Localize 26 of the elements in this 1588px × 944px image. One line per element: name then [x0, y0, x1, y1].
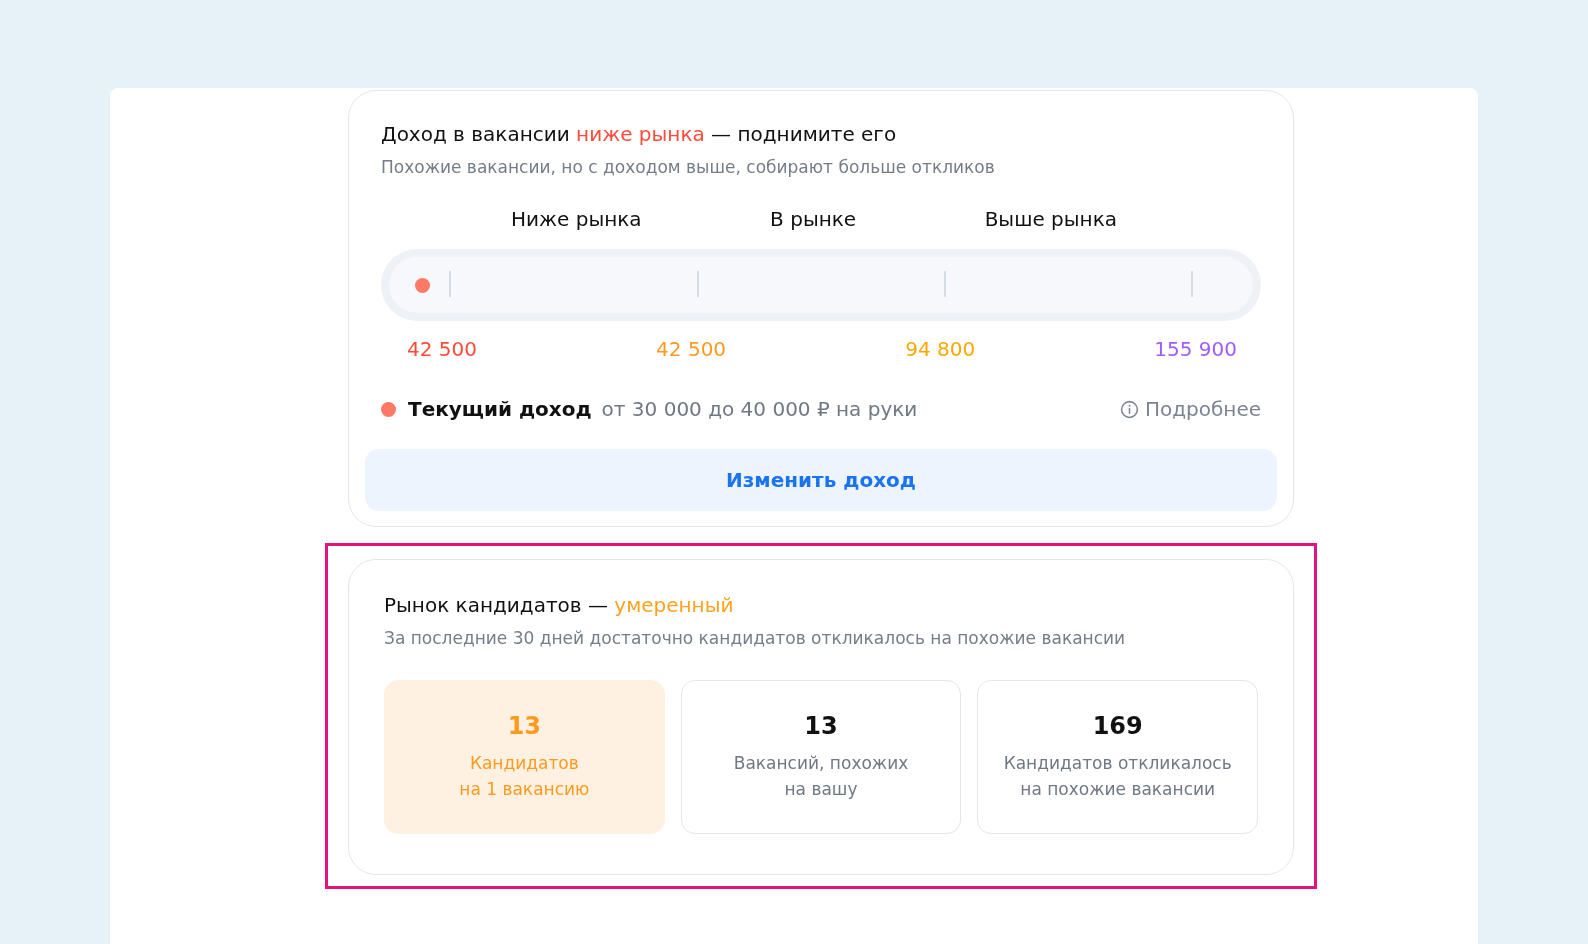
card-title: Рынок кандидатов — умеренный	[384, 592, 735, 619]
info-icon	[1119, 399, 1139, 419]
current-income-value: от 30 000 до 40 000 ₽ на руки	[601, 397, 918, 421]
scale-value: 155 900	[1154, 337, 1237, 361]
stat-label: Вакансий, похожих на вашу	[733, 752, 909, 801]
card-subtitle: За последние 30 дней достаточно кандидатов откликалось на похожие вакансии	[384, 628, 1127, 648]
scale-label: Выше рынка	[984, 207, 1117, 231]
scale-value: 94 800	[905, 337, 976, 361]
stat-label: Кандидатов на 1 вакансию	[459, 752, 590, 801]
change-income-button[interactable]: Изменить доход	[365, 449, 1277, 511]
stat-value: 13	[804, 712, 838, 740]
stat-label: Кандидатов откликалось на похожие вакансии	[1003, 752, 1232, 801]
current-income-label: Текущий доход	[408, 397, 592, 421]
card-subtitle: Похожие вакансии, но с доходом выше, собирают больше откликов	[380, 157, 996, 177]
details-link[interactable]: Подробнее	[1119, 397, 1261, 421]
card-title: Доход в вакансии ниже рынка — поднимите его	[380, 121, 898, 148]
scale-label: В рынке	[770, 207, 857, 231]
scale-label: Ниже рынка	[511, 207, 642, 231]
scale-value: 42 500	[407, 337, 477, 361]
stat-value: 13	[507, 712, 542, 740]
stat-value: 169	[1092, 712, 1143, 740]
scale-tick	[696, 271, 699, 297]
scale-tick	[449, 271, 452, 297]
scale-value: 42 500	[656, 337, 727, 361]
scale-tick	[943, 271, 946, 297]
scale-tick	[1190, 271, 1193, 297]
